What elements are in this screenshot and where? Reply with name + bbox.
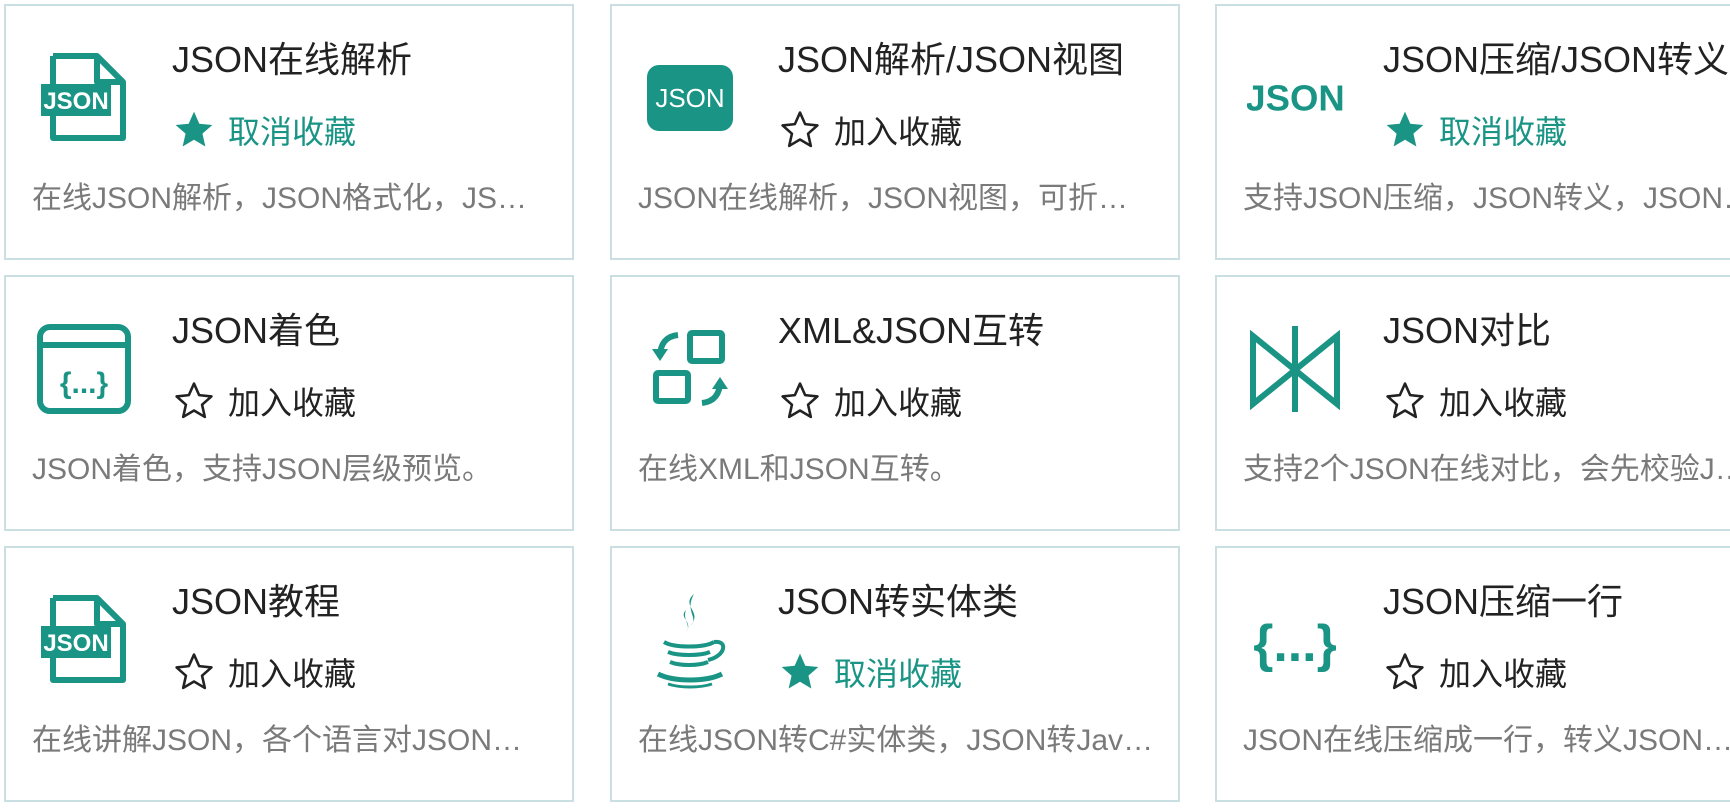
add-favorite-button[interactable]: 加入收藏 — [1383, 648, 1567, 696]
java-icon — [642, 592, 738, 689]
json-window-icon: {...} — [36, 321, 132, 417]
favorite-label: 取消收藏 — [228, 114, 357, 150]
star-filled-icon — [781, 653, 819, 689]
card-description: 在线JSON转C#实体类，JSON转Java实体类 — [638, 724, 1154, 757]
card-description: JSON在线压缩成一行，转义JSON字符串 — [1243, 724, 1730, 757]
card-title: JSON解析/JSON视图 — [778, 39, 1125, 80]
card-title: XML&JSON互转 — [778, 310, 1045, 351]
card-description: JSON着色，支持JSON层级预览。 — [32, 453, 493, 486]
svg-text:JSON: JSON — [655, 83, 724, 113]
card-description: 在线讲解JSON，各个语言对JSON的解析 — [32, 724, 548, 757]
tool-card-json-one-line[interactable]: {...} JSON压缩一行 加入收藏 JSON在线压缩成一行，转义JSON字符… — [1215, 546, 1730, 802]
add-favorite-button[interactable]: 加入收藏 — [172, 377, 356, 425]
tool-card-json-compress-escape[interactable]: JSON JSON压缩/JSON转义 取消收藏 支持JSON压缩，JSON转义，… — [1215, 4, 1730, 260]
favorite-label: 加入收藏 — [228, 656, 357, 692]
svg-text:{...}: {...} — [60, 367, 109, 400]
tool-card-json-to-class[interactable]: JSON转实体类 取消收藏 在线JSON转C#实体类，JSON转Java实体类 — [610, 546, 1180, 802]
card-title: JSON压缩/JSON转义 — [1383, 39, 1730, 80]
json-file-icon: JSON — [36, 592, 132, 688]
favorite-label: 加入收藏 — [1439, 656, 1568, 692]
star-outline-icon — [175, 382, 213, 419]
card-description: 支持2个JSON在线对比，会先校验JSON格式 — [1243, 453, 1730, 486]
add-favorite-button[interactable]: 加入收藏 — [172, 648, 356, 696]
add-favorite-button[interactable]: 加入收藏 — [1383, 377, 1567, 425]
unfavorite-button[interactable]: 取消收藏 — [172, 106, 356, 154]
svg-text:JSON: JSON — [43, 88, 108, 115]
add-favorite-button[interactable]: 加入收藏 — [778, 106, 962, 154]
star-outline-icon — [175, 653, 213, 690]
unfavorite-button[interactable]: 取消收藏 — [1383, 106, 1567, 154]
card-title: JSON对比 — [1383, 310, 1552, 351]
tool-card-json-tutorial[interactable]: JSON JSON教程 加入收藏 在线讲解JSON，各个语言对JSON的解析 — [4, 546, 574, 802]
star-filled-icon — [1386, 111, 1424, 147]
tool-card-grid: JSON JSON在线解析 取消收藏 在线JSON解析，JSON格式化，JSON… — [0, 0, 1730, 810]
tool-card-json-compare[interactable]: JSON对比 加入收藏 支持2个JSON在线对比，会先校验JSON格式 — [1215, 275, 1730, 531]
card-title: JSON着色 — [172, 310, 341, 351]
star-filled-icon — [175, 111, 213, 147]
json-text-icon: JSON — [1247, 50, 1343, 146]
braces-icon: {...} — [1247, 592, 1343, 688]
star-outline-icon — [1386, 653, 1424, 690]
card-title: JSON压缩一行 — [1383, 581, 1624, 622]
svg-text:JSON: JSON — [1247, 77, 1343, 118]
star-outline-icon — [1386, 382, 1424, 419]
card-description: 在线XML和JSON互转。 — [638, 453, 960, 486]
star-outline-icon — [781, 111, 819, 148]
favorite-label: 加入收藏 — [1439, 385, 1568, 421]
tool-card-json-color[interactable]: {...} JSON着色 加入收藏 JSON着色，支持JSON层级预览。 — [4, 275, 574, 531]
json-file-icon: JSON — [36, 50, 132, 146]
compare-icon — [1247, 321, 1343, 417]
favorite-label: 加入收藏 — [834, 385, 963, 421]
add-favorite-button[interactable]: 加入收藏 — [778, 377, 962, 425]
tool-card-json-online-parse[interactable]: JSON JSON在线解析 取消收藏 在线JSON解析，JSON格式化，JSON… — [4, 4, 574, 260]
favorite-label: 取消收藏 — [1439, 114, 1568, 150]
tool-card-xml-json-convert[interactable]: XML&JSON互转 加入收藏 在线XML和JSON互转。 — [610, 275, 1180, 531]
svg-text:{...}: {...} — [1253, 614, 1337, 672]
card-description: JSON在线解析，JSON视图，可折叠展开 — [638, 182, 1154, 215]
json-badge-icon: JSON — [642, 50, 738, 146]
card-title: JSON在线解析 — [172, 39, 413, 80]
card-title: JSON教程 — [172, 581, 341, 622]
favorite-label: 加入收藏 — [834, 114, 963, 150]
favorite-label: 加入收藏 — [228, 385, 357, 421]
tool-card-json-view[interactable]: JSON JSON解析/JSON视图 加入收藏 JSON在线解析，JSON视图，… — [610, 4, 1180, 260]
convert-icon — [642, 321, 738, 417]
unfavorite-button[interactable]: 取消收藏 — [778, 648, 962, 696]
card-title: JSON转实体类 — [778, 581, 1019, 622]
card-description: 在线JSON解析，JSON格式化，JSON在线校验，JSON视图 — [32, 182, 548, 215]
star-outline-icon — [781, 382, 819, 419]
card-description: 支持JSON压缩，JSON转义，JSON去除转义 — [1243, 182, 1730, 215]
svg-text:JSON: JSON — [43, 630, 108, 657]
favorite-label: 取消收藏 — [834, 656, 963, 692]
